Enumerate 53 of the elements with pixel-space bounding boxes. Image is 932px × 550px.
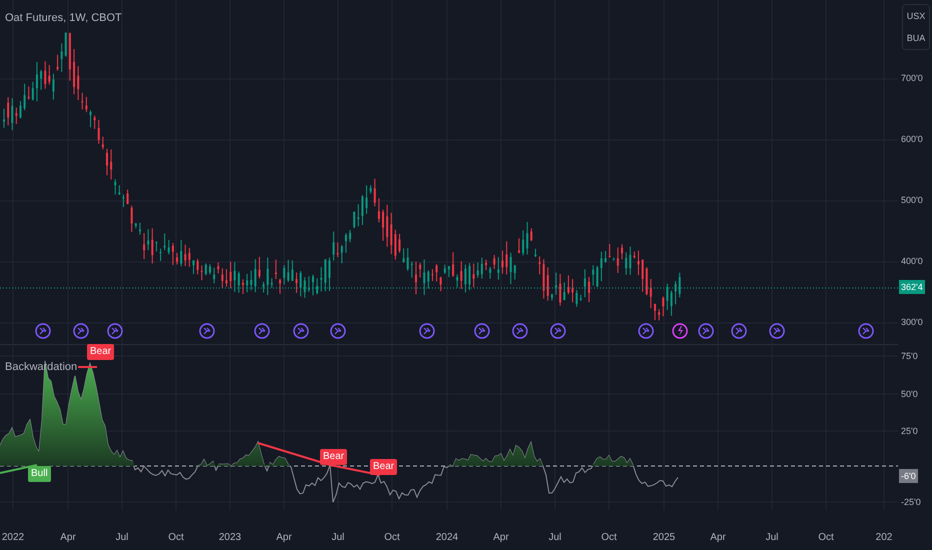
time-axis-label: 2023 bbox=[218, 532, 242, 544]
price-axis-label: 300'0 bbox=[901, 317, 923, 327]
time-axis-label: Oct bbox=[384, 532, 400, 544]
arrow-circle-icon[interactable] bbox=[638, 323, 654, 339]
arrow-circle-icon[interactable] bbox=[254, 323, 270, 339]
time-axis-label: Jul bbox=[766, 532, 778, 544]
arrow-circle-icon[interactable] bbox=[731, 323, 747, 339]
arrow-circle-icon[interactable] bbox=[293, 323, 309, 339]
arrow-circle-icon[interactable] bbox=[35, 323, 51, 339]
signal-label: Bear bbox=[320, 449, 348, 466]
arrow-circle-icon[interactable] bbox=[550, 323, 566, 339]
last-price-badge: 362'4 bbox=[899, 280, 925, 294]
time-axis-label: 2024 bbox=[436, 532, 458, 544]
price-axis-label: 600'0 bbox=[901, 134, 923, 144]
time-axis-label: 202 bbox=[876, 532, 892, 544]
time-axis-label: Oct bbox=[168, 532, 184, 544]
arrow-circle-icon[interactable] bbox=[107, 323, 123, 339]
signal-label: Bear bbox=[87, 344, 114, 360]
arrow-circle-icon[interactable] bbox=[698, 323, 714, 339]
arrow-circle-icon[interactable] bbox=[512, 323, 528, 339]
signal-label: Bull bbox=[28, 466, 51, 482]
indicator-axis-label: 25'0 bbox=[901, 426, 918, 436]
arrow-circle-icon[interactable] bbox=[199, 323, 215, 339]
indicator-axis-label: -25'0 bbox=[901, 497, 921, 507]
time-axis-label: Apr bbox=[493, 532, 509, 544]
arrow-circle-icon[interactable] bbox=[769, 323, 785, 339]
scale-button[interactable]: USX bbox=[903, 5, 929, 27]
signal-label: Bear bbox=[370, 459, 398, 476]
arrow-circle-icon[interactable] bbox=[474, 323, 490, 339]
price-axis-label: 700'0 bbox=[901, 73, 923, 83]
arrow-circle-icon[interactable] bbox=[858, 323, 874, 339]
time-axis-label: Jul bbox=[332, 532, 344, 544]
time-axis-label: 2022 bbox=[2, 532, 24, 544]
time-axis-label: 2025 bbox=[652, 532, 676, 544]
time-axis-label: Apr bbox=[60, 532, 76, 544]
time-axis-label: Apr bbox=[710, 532, 726, 544]
arrow-circle-icon[interactable] bbox=[419, 323, 435, 339]
price-axis-label: 400'0 bbox=[901, 256, 923, 266]
lightning-icon[interactable] bbox=[672, 323, 688, 339]
divergence-line bbox=[78, 366, 97, 368]
time-axis-label: Jul bbox=[116, 532, 128, 544]
arrow-circle-icon[interactable] bbox=[330, 323, 346, 339]
time-axis-label: Jul bbox=[548, 532, 562, 544]
time-axis-label: Oct bbox=[601, 532, 617, 544]
last-value-badge: -6'0 bbox=[899, 469, 918, 483]
indicator-axis-label: 75'0 bbox=[901, 351, 918, 361]
arrow-circle-icon[interactable] bbox=[73, 323, 89, 339]
time-axis-label: Oct bbox=[818, 532, 834, 544]
price-axis-label: 500'0 bbox=[901, 195, 923, 205]
chart-title: Oat Futures, 1W, CBOT bbox=[5, 12, 122, 24]
scale-button[interactable]: BUA bbox=[903, 27, 929, 49]
indicator-axis-label: 50'0 bbox=[901, 389, 918, 399]
time-axis-label: Apr bbox=[276, 532, 292, 544]
